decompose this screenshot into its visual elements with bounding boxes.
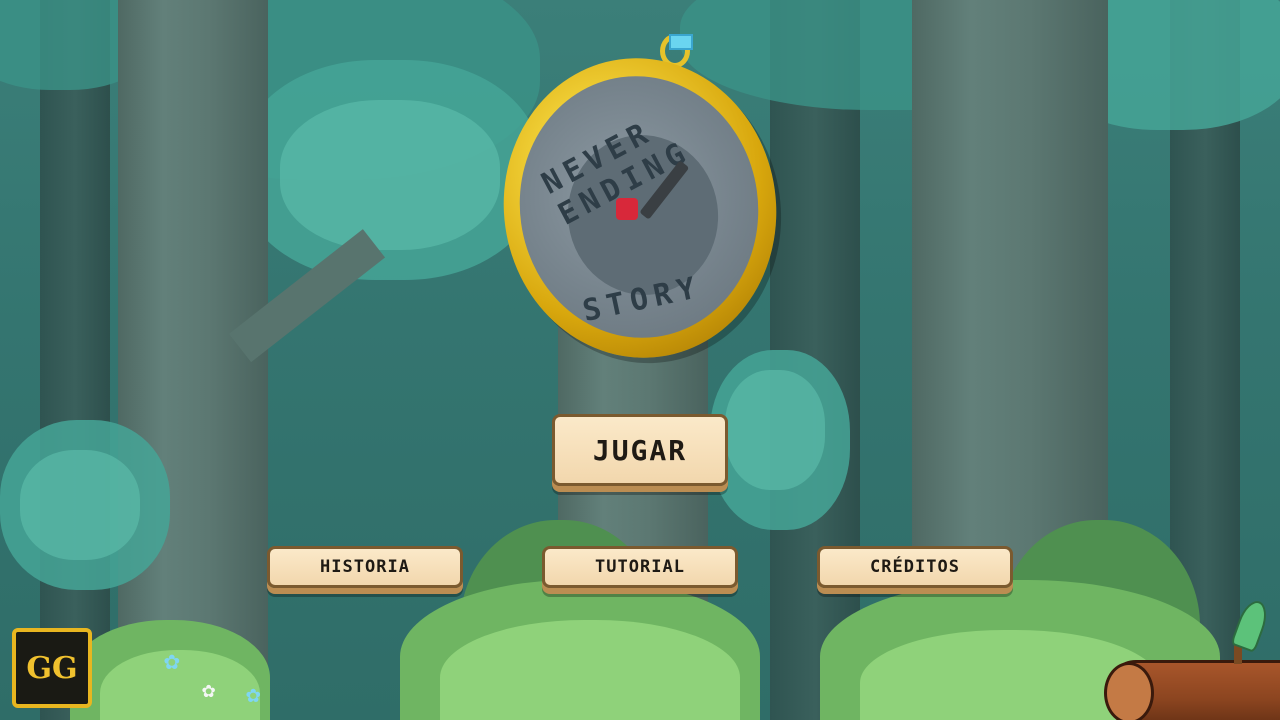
flower-icon: ✿ [246,680,261,708]
foliage [280,100,500,250]
bush [440,620,740,720]
gg-logo-icon[interactable]: GG [12,628,92,708]
play-button[interactable]: JUGAR [552,414,728,486]
watch-hand-tip [616,198,638,220]
log-end [1104,662,1154,720]
game-scene: NEVER ENDING STORY JUGAR HISTORIA TUTORI… [0,0,1280,720]
watch-gem [669,34,693,50]
foliage [725,370,825,490]
tree-trunk-back [40,0,110,720]
tree-trunk [118,0,268,720]
history-button[interactable]: HISTORIA [267,546,463,588]
pocket-watch-icon: NEVER ENDING STORY [484,30,796,376]
credits-button[interactable]: CRÉDITOS [817,546,1013,588]
tutorial-button[interactable]: TUTORIAL [542,546,738,588]
flower-icon: ✿ [164,646,180,676]
foliage [20,450,140,560]
flower-icon: ✿ [202,678,216,703]
